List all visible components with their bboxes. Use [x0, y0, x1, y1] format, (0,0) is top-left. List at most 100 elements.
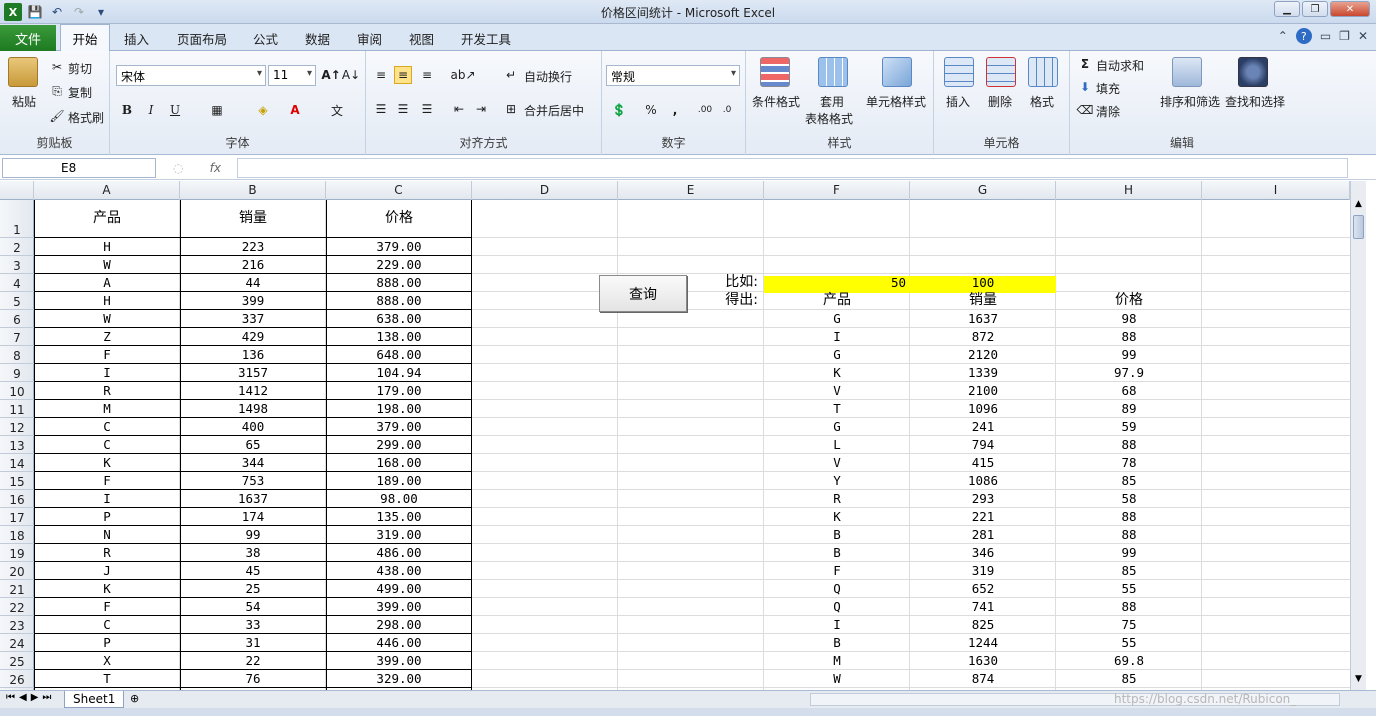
left-table-cell[interactable]: 400 — [180, 418, 326, 436]
left-table-header[interactable]: 销量 — [180, 210, 326, 228]
left-table-cell[interactable]: 1637 — [180, 490, 326, 508]
row-header[interactable]: 8 — [0, 346, 34, 364]
left-table-cell[interactable]: 22 — [180, 652, 326, 670]
formula-input[interactable] — [237, 158, 1348, 178]
column-header[interactable]: A — [34, 181, 180, 200]
scroll-thumb[interactable] — [1353, 215, 1364, 239]
sort-filter-icon[interactable] — [1172, 57, 1202, 87]
wrap-text-button[interactable]: 自动换行 — [524, 68, 572, 85]
right-table-cell[interactable]: 98 — [1056, 310, 1202, 328]
left-table-cell[interactable]: I — [34, 364, 180, 382]
row-header[interactable]: 16 — [0, 490, 34, 508]
left-table-cell[interactable]: 1498 — [180, 400, 326, 418]
right-table-cell[interactable]: 97.9 — [1056, 364, 1202, 382]
bold-button[interactable]: B — [118, 101, 136, 119]
right-table-cell[interactable]: G — [764, 346, 910, 364]
conditional-format-button[interactable]: 条件格式 — [752, 93, 800, 110]
column-header[interactable]: G — [910, 181, 1056, 200]
left-table-cell[interactable]: 486.00 — [326, 544, 472, 562]
left-table-cell[interactable]: 298.00 — [326, 616, 472, 634]
right-table-cell[interactable]: L — [764, 436, 910, 454]
left-table-cell[interactable]: Z — [34, 328, 180, 346]
column-header[interactable]: D — [472, 181, 618, 200]
left-table-cell[interactable]: F — [34, 598, 180, 616]
right-table-cell[interactable]: 88 — [1056, 328, 1202, 346]
phonetic-icon[interactable]: 文 — [328, 101, 346, 119]
left-table-cell[interactable]: 174 — [180, 508, 326, 526]
right-table-header[interactable]: 产品 — [764, 292, 910, 310]
right-table-cell[interactable]: 1096 — [910, 400, 1056, 418]
left-table-header[interactable]: 价格 — [326, 210, 472, 228]
left-table-cell[interactable]: 98.00 — [326, 490, 472, 508]
left-table-cell[interactable]: X — [34, 652, 180, 670]
row-header[interactable]: 10 — [0, 382, 34, 400]
left-table-cell[interactable]: 25 — [180, 580, 326, 598]
right-table-cell[interactable]: 825 — [910, 616, 1056, 634]
left-table-cell[interactable]: K — [34, 454, 180, 472]
restore-icon[interactable]: ❐ — [1302, 1, 1328, 17]
left-table-cell[interactable]: 319.00 — [326, 526, 472, 544]
left-table-cell[interactable]: 229.00 — [326, 256, 472, 274]
left-table-cell[interactable]: 198.00 — [326, 400, 472, 418]
minimize-icon[interactable]: ▁ — [1274, 1, 1300, 17]
tab-file[interactable]: 文件 — [0, 25, 56, 51]
left-table-cell[interactable]: 299.00 — [326, 436, 472, 454]
underline-button[interactable]: U — [166, 101, 184, 119]
tab-formulas[interactable]: 公式 — [253, 29, 278, 48]
left-table-cell[interactable]: 38 — [180, 544, 326, 562]
right-table-cell[interactable]: 221 — [910, 508, 1056, 526]
left-table-cell[interactable]: R — [34, 544, 180, 562]
tab-review[interactable]: 审阅 — [357, 29, 382, 48]
right-table-cell[interactable]: 1244 — [910, 634, 1056, 652]
criteria-label[interactable]: 比如: — [618, 274, 764, 292]
left-table-cell[interactable]: 438.00 — [326, 562, 472, 580]
column-header[interactable]: I — [1202, 181, 1350, 200]
left-table-cell[interactable]: W — [34, 256, 180, 274]
left-table-cell[interactable]: 888.00 — [326, 292, 472, 310]
left-table-cell[interactable]: K — [34, 580, 180, 598]
left-table-cell[interactable]: 344 — [180, 454, 326, 472]
right-table-cell[interactable]: 85 — [1056, 670, 1202, 688]
row-header[interactable]: 6 — [0, 310, 34, 328]
comma-icon[interactable]: , — [666, 101, 684, 119]
row-header[interactable]: 14 — [0, 454, 34, 472]
row-header[interactable]: 25 — [0, 652, 34, 670]
right-table-cell[interactable]: 1637 — [910, 310, 1056, 328]
right-table-cell[interactable]: 281 — [910, 526, 1056, 544]
left-table-cell[interactable]: 399.00 — [326, 652, 472, 670]
borders-icon[interactable]: ▦ — [208, 101, 226, 119]
right-table-cell[interactable]: 68 — [1056, 382, 1202, 400]
grow-font-icon[interactable]: A↑ — [321, 66, 340, 84]
right-table-header[interactable]: 价格 — [1056, 292, 1202, 310]
right-table-cell[interactable]: 69.8 — [1056, 652, 1202, 670]
right-table-cell[interactable]: 55 — [1056, 580, 1202, 598]
row-header[interactable]: 2 — [0, 238, 34, 256]
sort-filter-button[interactable]: 排序和筛选 — [1160, 93, 1220, 110]
left-table-cell[interactable]: 888.00 — [326, 274, 472, 292]
sheet-tab[interactable]: Sheet1 — [64, 691, 125, 708]
right-table-cell[interactable]: I — [764, 616, 910, 634]
format-as-table-line1[interactable]: 套用 — [820, 93, 844, 110]
left-table-cell[interactable]: 753 — [180, 472, 326, 490]
copy-icon[interactable]: ⎘ — [48, 82, 66, 100]
delete-cells-button[interactable]: 删除 — [988, 93, 1012, 110]
left-table-cell[interactable]: 33 — [180, 616, 326, 634]
column-header[interactable]: B — [180, 181, 326, 200]
left-table-cell[interactable]: 429 — [180, 328, 326, 346]
right-table-cell[interactable]: T — [764, 400, 910, 418]
right-table-cell[interactable]: 293 — [910, 490, 1056, 508]
left-table-header[interactable]: 产品 — [34, 210, 180, 228]
cut-icon[interactable]: ✂ — [48, 58, 66, 76]
close-workbook-icon[interactable]: ✕ — [1358, 29, 1368, 43]
left-table-cell[interactable]: 379.00 — [326, 418, 472, 436]
left-table-cell[interactable]: 138.00 — [326, 328, 472, 346]
left-table-cell[interactable]: N — [34, 526, 180, 544]
name-box[interactable]: E8 — [2, 158, 156, 178]
left-table-cell[interactable]: 499.00 — [326, 580, 472, 598]
right-table-cell[interactable]: 1339 — [910, 364, 1056, 382]
row-header[interactable]: 3 — [0, 256, 34, 274]
left-table-cell[interactable]: P — [34, 508, 180, 526]
right-table-cell[interactable]: 99 — [1056, 346, 1202, 364]
font-size-select[interactable]: 11 — [268, 65, 316, 86]
conditional-format-icon[interactable] — [760, 57, 790, 87]
